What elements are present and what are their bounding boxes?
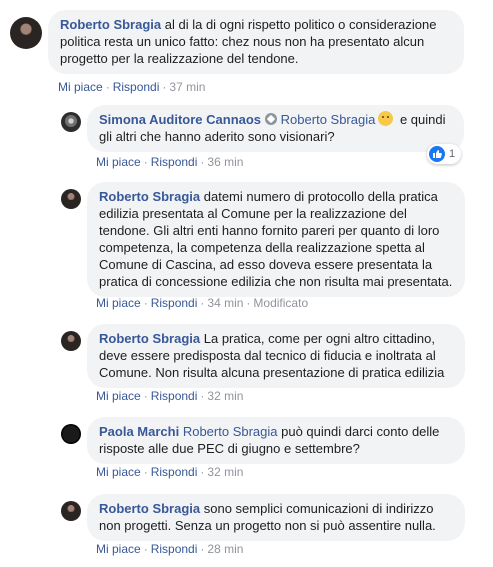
avatar[interactable]	[61, 501, 81, 521]
reply-button[interactable]: Rispondi	[151, 296, 198, 310]
avatar[interactable]	[61, 112, 81, 132]
mention-link[interactable]: Roberto Sbragia	[281, 112, 376, 127]
thinking-face-emoji-icon	[378, 111, 394, 126]
reply-button[interactable]: Rispondi	[151, 389, 198, 403]
comment-author[interactable]: Roberto Sbragia	[99, 501, 200, 516]
comment-timestamp[interactable]: 28 min	[207, 542, 243, 556]
like-button[interactable]: Mi piace	[58, 80, 103, 94]
comment-timestamp[interactable]: 36 min	[207, 155, 243, 169]
comment: Roberto Sbragia al di la di ogni rispett…	[0, 0, 493, 100]
comment-actions: Mi piace · Rispondi · 34 min · Modificato	[96, 296, 309, 310]
comment-bubble: Roberto Sbragia al di la di ogni rispett…	[48, 10, 464, 74]
like-button[interactable]: Mi piace	[96, 389, 141, 403]
mention-link[interactable]: Roberto Sbragia	[183, 424, 278, 439]
avatar[interactable]	[61, 424, 81, 444]
reaction-count[interactable]: 1	[427, 144, 462, 164]
like-button[interactable]: Mi piace	[96, 155, 141, 169]
comment-author[interactable]: Roberto Sbragia	[99, 189, 200, 204]
comment-timestamp[interactable]: 34 min	[207, 296, 243, 310]
like-button[interactable]: Mi piace	[96, 296, 141, 310]
reply-button[interactable]: Rispondi	[151, 155, 198, 169]
reaction-number: 1	[449, 148, 456, 160]
comment-timestamp[interactable]: 37 min	[169, 80, 205, 94]
comment-bubble: Simona Auditore Cannaos Roberto Sbragia …	[87, 105, 464, 152]
like-button[interactable]: Mi piace	[96, 542, 141, 556]
verified-badge-icon	[265, 113, 278, 125]
comment-bubble: Roberto Sbragia La pratica, come per ogn…	[87, 324, 465, 388]
comment-actions: Mi piace · Rispondi · 37 min	[58, 80, 206, 94]
comment-timestamp[interactable]: 32 min	[207, 465, 243, 479]
comment-actions: Mi piace · Rispondi · 28 min	[96, 542, 244, 556]
reply-button[interactable]: Rispondi	[151, 542, 198, 556]
reply-button[interactable]: Rispondi	[151, 465, 198, 479]
comment-author[interactable]: Simona Auditore Cannaos	[99, 112, 261, 127]
like-icon	[429, 146, 445, 162]
avatar[interactable]	[61, 331, 81, 351]
comment-actions: Mi piace · Rispondi · 32 min	[96, 465, 244, 479]
reply-button[interactable]: Rispondi	[113, 80, 160, 94]
edited-label[interactable]: Modificato	[253, 296, 308, 310]
avatar[interactable]	[10, 17, 42, 49]
like-button[interactable]: Mi piace	[96, 465, 141, 479]
comment-actions: Mi piace · Rispondi · 32 min	[96, 389, 244, 403]
comment-text: datemi numero di protocollo della pratic…	[99, 189, 453, 289]
comment-actions: Mi piace · Rispondi · 36 min	[96, 155, 244, 169]
comment-author[interactable]: Roberto Sbragia	[60, 17, 161, 32]
comment-bubble: Paola Marchi Roberto Sbragia può quindi …	[87, 417, 465, 464]
avatar[interactable]	[61, 189, 81, 209]
comment-bubble: Roberto Sbragia sono semplici comunicazi…	[87, 494, 465, 541]
comment-bubble: Roberto Sbragia datemi numero di protoco…	[87, 182, 465, 297]
comment-author[interactable]: Roberto Sbragia	[99, 331, 200, 346]
comment-author[interactable]: Paola Marchi	[99, 424, 179, 439]
comment-timestamp[interactable]: 32 min	[207, 389, 243, 403]
